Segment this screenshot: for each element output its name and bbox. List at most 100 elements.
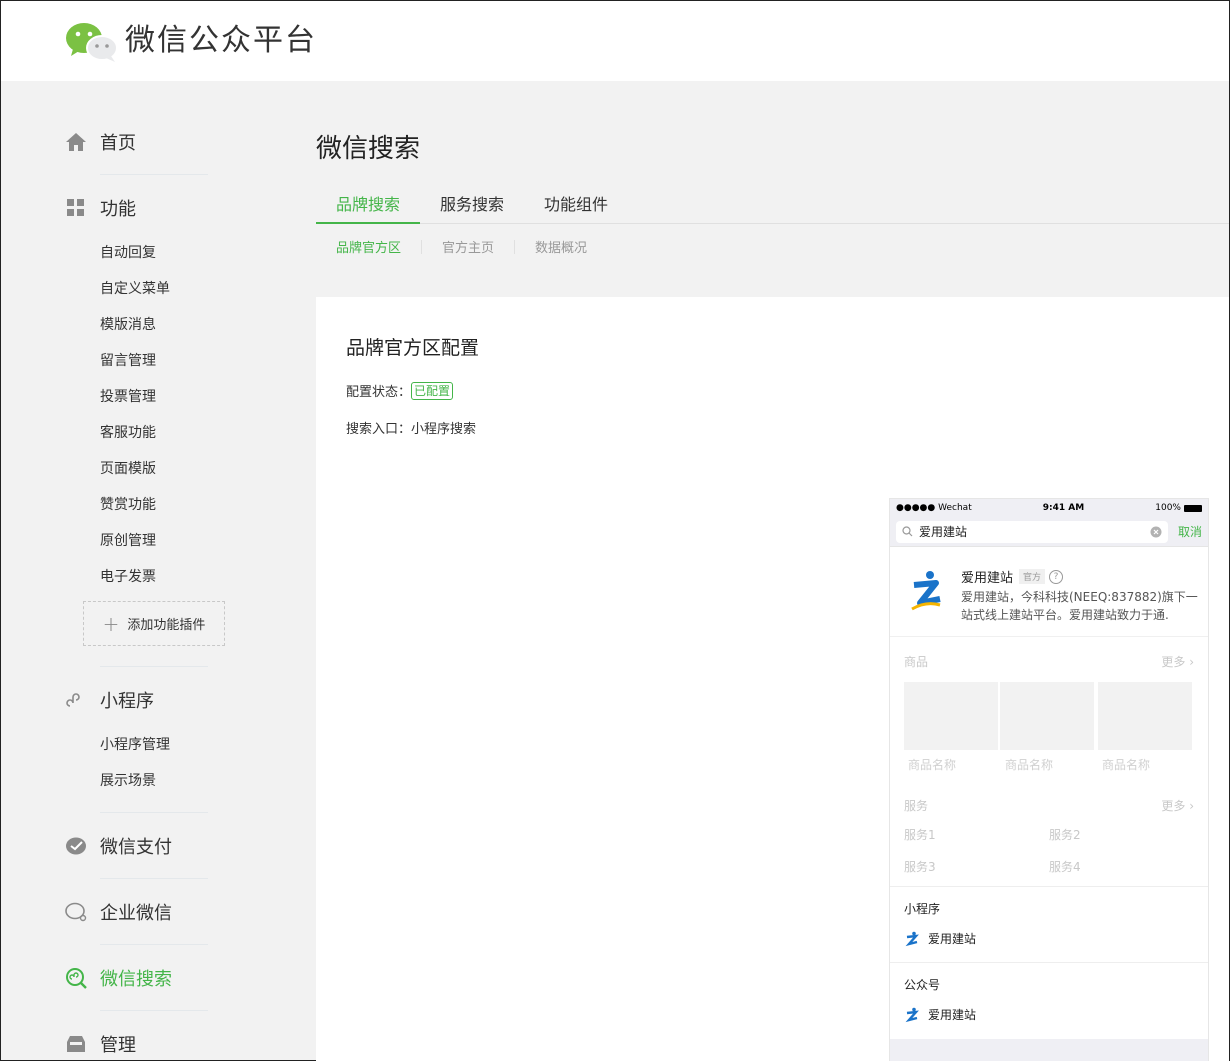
service-item[interactable]: 服务4	[1049, 858, 1081, 875]
subtab-official-homepage[interactable]: 官方主页	[442, 237, 494, 256]
config-status-row: 配置状态： 已配置	[346, 381, 454, 400]
sidebar-item-home[interactable]: 首页	[65, 129, 136, 155]
miniprogram-section-title: 小程序	[904, 902, 941, 916]
status-label: 配置状态：	[346, 385, 412, 400]
sidebar-item-page-template[interactable]: 页面模版	[100, 458, 156, 478]
result-name: 爱用建站	[928, 1008, 977, 1022]
help-icon[interactable]: ?	[1049, 569, 1064, 584]
official-badge: 官方	[1019, 569, 1046, 584]
sidebar-item-label: 企业微信	[100, 903, 172, 924]
brand-description: 爱用建站，今科科技(NEEQ:837882)旗下一站式线上建站平台。爱用建站致力…	[961, 590, 1198, 622]
service-item[interactable]: 服务2	[1049, 826, 1081, 843]
service-item[interactable]: 服务3	[904, 858, 936, 875]
sidebar-item-label: 微信搜索	[100, 969, 172, 990]
sidebar-item-template-message[interactable]: 模版消息	[100, 314, 156, 334]
sidebar-item-original[interactable]: 原创管理	[100, 530, 156, 550]
sidebar-item-manage[interactable]: 管理	[65, 1031, 136, 1057]
sidebar-item-miniprogram-manage[interactable]: 小程序管理	[100, 734, 170, 754]
goods-name: 商品名称	[1102, 758, 1151, 772]
divider	[100, 878, 208, 879]
sidebar-item-customer-service[interactable]: 客服功能	[100, 422, 156, 442]
sidebar-item-votes[interactable]: 投票管理	[100, 386, 156, 406]
sidebar-item-label: 小程序	[100, 691, 154, 712]
divider	[100, 1010, 208, 1011]
more-label: 更多	[1161, 799, 1186, 813]
tab-service-search[interactable]: 服务搜索	[440, 191, 504, 224]
plus-icon: +	[102, 611, 120, 636]
sidebar-group-functions[interactable]: 功能	[65, 195, 136, 221]
sidebar-item-custom-menu[interactable]: 自定义菜单	[100, 278, 170, 298]
miniprogram-result-item[interactable]: 爱用建站	[904, 930, 976, 947]
cancel-button[interactable]: 取消	[1178, 523, 1202, 540]
phone-status-bar: ●●●●● Wechat 9:41 AM 100%	[890, 499, 1208, 517]
inbox-icon	[65, 1033, 87, 1055]
miniprogram-icon	[65, 689, 87, 711]
subtab-bar: 品牌官方区 官方主页 数据概况	[336, 237, 587, 256]
separator	[514, 239, 516, 254]
goods-more-link[interactable]: 更多 ›	[1161, 653, 1194, 670]
sidebar-item-work-wechat[interactable]: 企业微信	[65, 899, 172, 925]
page-title: 微信搜索	[316, 134, 421, 164]
sidebar-item-label: 功能	[100, 199, 136, 220]
goods-thumbnail[interactable]	[904, 682, 998, 750]
tab-brand-search[interactable]: 品牌搜索	[316, 191, 420, 224]
divider	[890, 886, 1208, 887]
entry-label: 搜索入口：	[346, 422, 412, 437]
divider	[100, 944, 208, 945]
sidebar-item-invoice[interactable]: 电子发票	[100, 566, 156, 586]
panel-title: 品牌官方区配置	[346, 337, 480, 359]
divider	[100, 174, 208, 175]
status-badge: 已配置	[411, 381, 454, 400]
sidebar-group-miniprogram[interactable]: 小程序	[65, 687, 154, 713]
search-icon	[65, 967, 87, 989]
divider	[890, 962, 1208, 963]
sidebar-item-wechat-search[interactable]: 微信搜索	[65, 965, 172, 991]
home-icon	[65, 131, 87, 153]
phone-search-input[interactable]: 爱用建站	[896, 520, 1168, 543]
phone-bottom-area	[890, 1039, 1208, 1061]
goods-thumbnail[interactable]	[1000, 682, 1094, 750]
phone-search-bar: 爱用建站 取消	[890, 517, 1208, 547]
sidebar: 首页 功能 自动回复 自定义菜单 模版消息 留言管理 投票管理 客服功能 页面模…	[1, 81, 301, 1061]
brand-logo-icon	[905, 931, 919, 946]
sidebar-item-label: 首页	[100, 133, 136, 154]
goods-name: 商品名称	[1005, 758, 1054, 772]
result-name: 爱用建站	[928, 932, 977, 946]
brand-card[interactable]: 爱用建站 官方 ? 爱用建站，今科科技(NEEQ:837882)旗下一站式线上建…	[890, 547, 1208, 637]
add-plugin-button[interactable]: + 添加功能插件	[83, 601, 225, 646]
sidebar-item-label: 微信支付	[100, 837, 172, 858]
sidebar-item-reward[interactable]: 赞赏功能	[100, 494, 156, 514]
phone-time: 9:41 AM	[1042, 503, 1085, 513]
tab-function-components[interactable]: 功能组件	[544, 191, 608, 224]
service-item[interactable]: 服务1	[904, 826, 936, 843]
services-more-link[interactable]: 更多 ›	[1161, 797, 1194, 814]
goods-thumbnail[interactable]	[1098, 682, 1192, 750]
search-query: 爱用建站	[919, 525, 968, 539]
battery-icon	[1183, 504, 1202, 512]
subtab-brand-official-zone[interactable]: 品牌官方区	[336, 237, 401, 256]
official-account-section-title: 公众号	[904, 978, 941, 992]
battery-indicator: 100%	[1155, 503, 1202, 513]
sidebar-item-auto-reply[interactable]: 自动回复	[100, 242, 156, 262]
grid-icon	[65, 197, 87, 219]
phone-preview: ●●●●● Wechat 9:41 AM 100% 爱用建站 取消 爱用建站 官…	[889, 498, 1209, 1061]
sidebar-item-label: 管理	[100, 1035, 136, 1056]
sidebar-item-display-scene[interactable]: 展示场景	[100, 770, 156, 790]
subtab-data-overview[interactable]: 数据概况	[535, 237, 587, 256]
brand-logo-icon	[911, 571, 941, 611]
wechat-logo-icon[interactable]	[65, 21, 119, 63]
wechat-pay-icon	[65, 835, 87, 857]
top-bar: 微信公众平台	[1, 1, 1229, 81]
main-content: 微信搜索 品牌搜索 服务搜索 功能组件 品牌官方区 官方主页 数据概况 品牌官方…	[316, 81, 1229, 1061]
clear-icon[interactable]	[1150, 526, 1162, 538]
search-entry-row: 搜索入口： 小程序搜索	[346, 418, 476, 437]
sidebar-item-wechat-pay[interactable]: 微信支付	[65, 833, 172, 859]
chevron-right-icon: ›	[1189, 799, 1194, 813]
goods-section-title: 商品	[904, 655, 929, 669]
chevron-right-icon: ›	[1189, 655, 1194, 669]
carrier-label: ●●●●● Wechat	[896, 503, 972, 513]
official-account-result-item[interactable]: 爱用建站	[904, 1006, 976, 1023]
services-section-title: 服务	[904, 799, 929, 813]
sidebar-item-comments[interactable]: 留言管理	[100, 350, 156, 370]
divider	[100, 812, 208, 813]
